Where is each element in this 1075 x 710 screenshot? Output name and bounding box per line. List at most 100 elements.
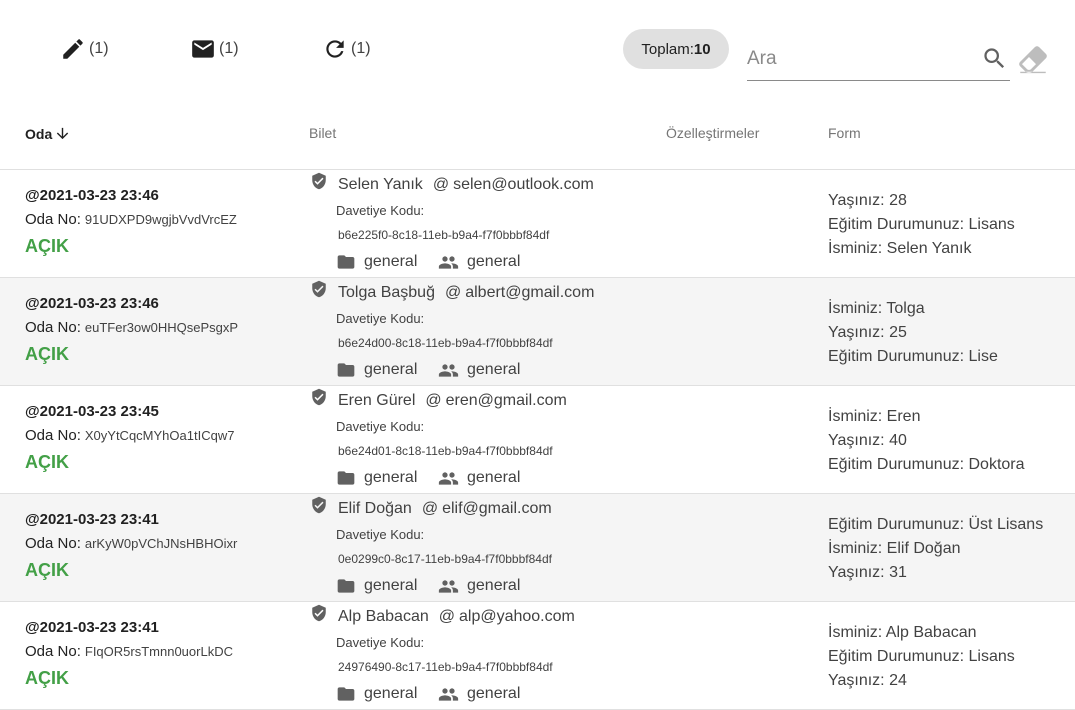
ticket-owner: Elif Doğan @ elif@gmail.com [338,500,552,518]
owner-name: Elif Doğan [338,500,412,517]
form-answer: İsminiz: Selen Yanık [828,240,972,257]
form-answer: Yaşınız: 24 [828,672,907,689]
status-badge: AÇIK [25,452,69,472]
group-name: general [467,253,521,270]
at-symbol: @ [421,500,439,517]
ticket-owner: Eren Gürel @ eren@gmail.com [338,392,567,410]
invite-code-label: Davetiye Kodu: [336,527,425,542]
mail-icon [192,40,214,58]
form-answer: İsminiz: Tolga [828,300,925,317]
refresh-icon [326,40,344,58]
room-number-label: Oda No: [25,427,81,444]
room-code: FIqOR5rsTmnn0uorLkDC [84,644,233,659]
folder-icon [337,255,355,269]
shield-icon [312,388,326,406]
folder-icon [337,471,355,485]
folder-icon [337,363,355,377]
room-date: @2021-03-23 23:41 [25,619,159,636]
folder-name: general [364,685,418,702]
table-row[interactable]: @2021-03-23 23:41 Oda No: FIqOR5rsTmnn0uor… [0,602,1075,710]
table-body: @2021-03-23 23:46 Oda No: 91UDXPD9wgjbVvdV… [0,170,1075,710]
people-icon [438,364,459,377]
room-number-label: Oda No: [25,319,81,336]
invite-code: b6e225f0-8c18-11eb-b9a4-f7f0bbbf84df [338,228,550,242]
status-badge: AÇIK [25,560,69,580]
owner-email: alp@yahoo.com [458,608,575,625]
total-chip: Toplam: 10 [623,29,729,69]
ticket-owner: Selen Yanık @ selen@outlook.com [338,176,594,194]
room-date: @2021-03-23 23:45 [25,403,159,420]
room-number-label: Oda No: [25,535,81,552]
at-symbol: @ [425,392,442,409]
room-number: Oda No: euTFer3ow0HHQsePsgxP [25,319,238,336]
form-answer: İsminiz: Alp Babacan [828,624,977,641]
invite-code-label: Davetiye Kodu: [336,635,425,650]
invite-code: 24976490-8c17-11eb-b9a4-f7f0bbbf84df [338,660,553,674]
search-icon[interactable] [981,45,1008,72]
column-header-room[interactable]: Oda [25,125,71,142]
group-name: general [467,577,521,594]
form-answer: Yaşınız: 40 [828,432,907,449]
form-answers: Eğitim Durumunuz: Üst Lisans İsminiz: Eli… [828,513,1043,585]
folder-name: general [364,469,418,486]
column-header-form[interactable]: Form [828,125,861,141]
column-header-ticket[interactable]: Bilet [309,125,336,141]
folder-icon [337,579,355,593]
room-code: arKyW0pVChJNsHBHOixr [84,536,238,551]
people-icon [438,472,459,485]
group-name: general [467,469,521,486]
owner-name: Alp Babacan [338,608,429,625]
table-header: Oda Bilet Özelleştirmeler Form [0,100,1075,170]
group-name: general [467,685,521,702]
shield-icon [312,496,326,514]
search-input[interactable] [747,42,972,76]
form-answer: Yaşınız: 25 [828,324,907,341]
folder-name: general [364,253,418,270]
shield-icon [312,172,326,190]
invite-code: 0e0299c0-8c17-11eb-b9a4-f7f0bbbf84df [338,552,552,566]
form-answer: Eğitim Durumunuz: Üst Lisans [828,516,1044,533]
folder-name: general [364,577,418,594]
invite-code-label: Davetiye Kodu: [336,203,425,218]
room-code: euTFer3ow0HHQsePsgxP [84,320,239,335]
table-row[interactable]: @2021-03-23 23:46 Oda No: euTFer3ow0HHQseP… [0,278,1075,386]
room-number: Oda No: arKyW0pVChJNsHBHOixr [25,535,237,552]
table-row[interactable]: @2021-03-23 23:41 Oda No: arKyW0pVChJNsHBH… [0,494,1075,602]
table-row[interactable]: @2021-03-23 23:45 Oda No: X0yYtCqcMYhOa1tI… [0,386,1075,494]
total-value: 10 [693,40,711,58]
form-answers: İsminiz: Tolga Yaşınız: 25 Eğitim Durumunu… [828,297,998,369]
owner-email: eren@gmail.com [445,392,567,409]
room-number: Oda No: 91UDXPD9wgjbVvdVrcEZ [25,211,237,228]
people-icon [438,580,459,593]
refresh-button[interactable]: (1) [322,36,371,62]
column-room-label: Oda [25,125,53,142]
room-number-label: Oda No: [25,643,81,660]
eraser-icon[interactable] [1016,42,1050,76]
shield-icon [312,604,326,622]
edit-count: (1) [89,40,109,57]
edit-button[interactable]: (1) [60,36,109,62]
search-field [747,40,1010,81]
owner-name: Eren Gürel [338,392,416,409]
owner-name: Selen Yanık [338,176,423,193]
invite-code: b6e24d00-8c18-11eb-b9a4-f7f0bbbf84df [338,336,553,350]
arrow-down-icon [57,127,69,140]
refresh-count: (1) [351,40,371,57]
owner-email: selen@outlook.com [453,176,594,193]
room-number-label: Oda No: [25,211,81,228]
room-date: @2021-03-23 23:41 [25,511,159,528]
people-icon [438,256,459,269]
ticket-owner: Tolga Başbuğ @ albert@gmail.com [338,284,594,302]
mail-button[interactable]: (1) [190,36,239,62]
table-row[interactable]: @2021-03-23 23:46 Oda No: 91UDXPD9wgjbVvdV… [0,170,1075,278]
owner-email: elif@gmail.com [442,500,552,517]
pencil-icon [63,39,83,59]
owner-email: albert@gmail.com [465,284,595,301]
room-code: 91UDXPD9wgjbVvdVrcEZ [84,212,237,227]
folder-name: general [364,361,418,378]
invite-code-label: Davetiye Kodu: [336,311,425,326]
form-answer: Eğitim Durumunuz: Lise [828,348,998,365]
status-badge: AÇIK [25,668,69,688]
room-code: X0yYtCqcMYhOa1tICqw7 [84,428,235,443]
column-header-custom[interactable]: Özelleştirmeler [666,125,759,141]
